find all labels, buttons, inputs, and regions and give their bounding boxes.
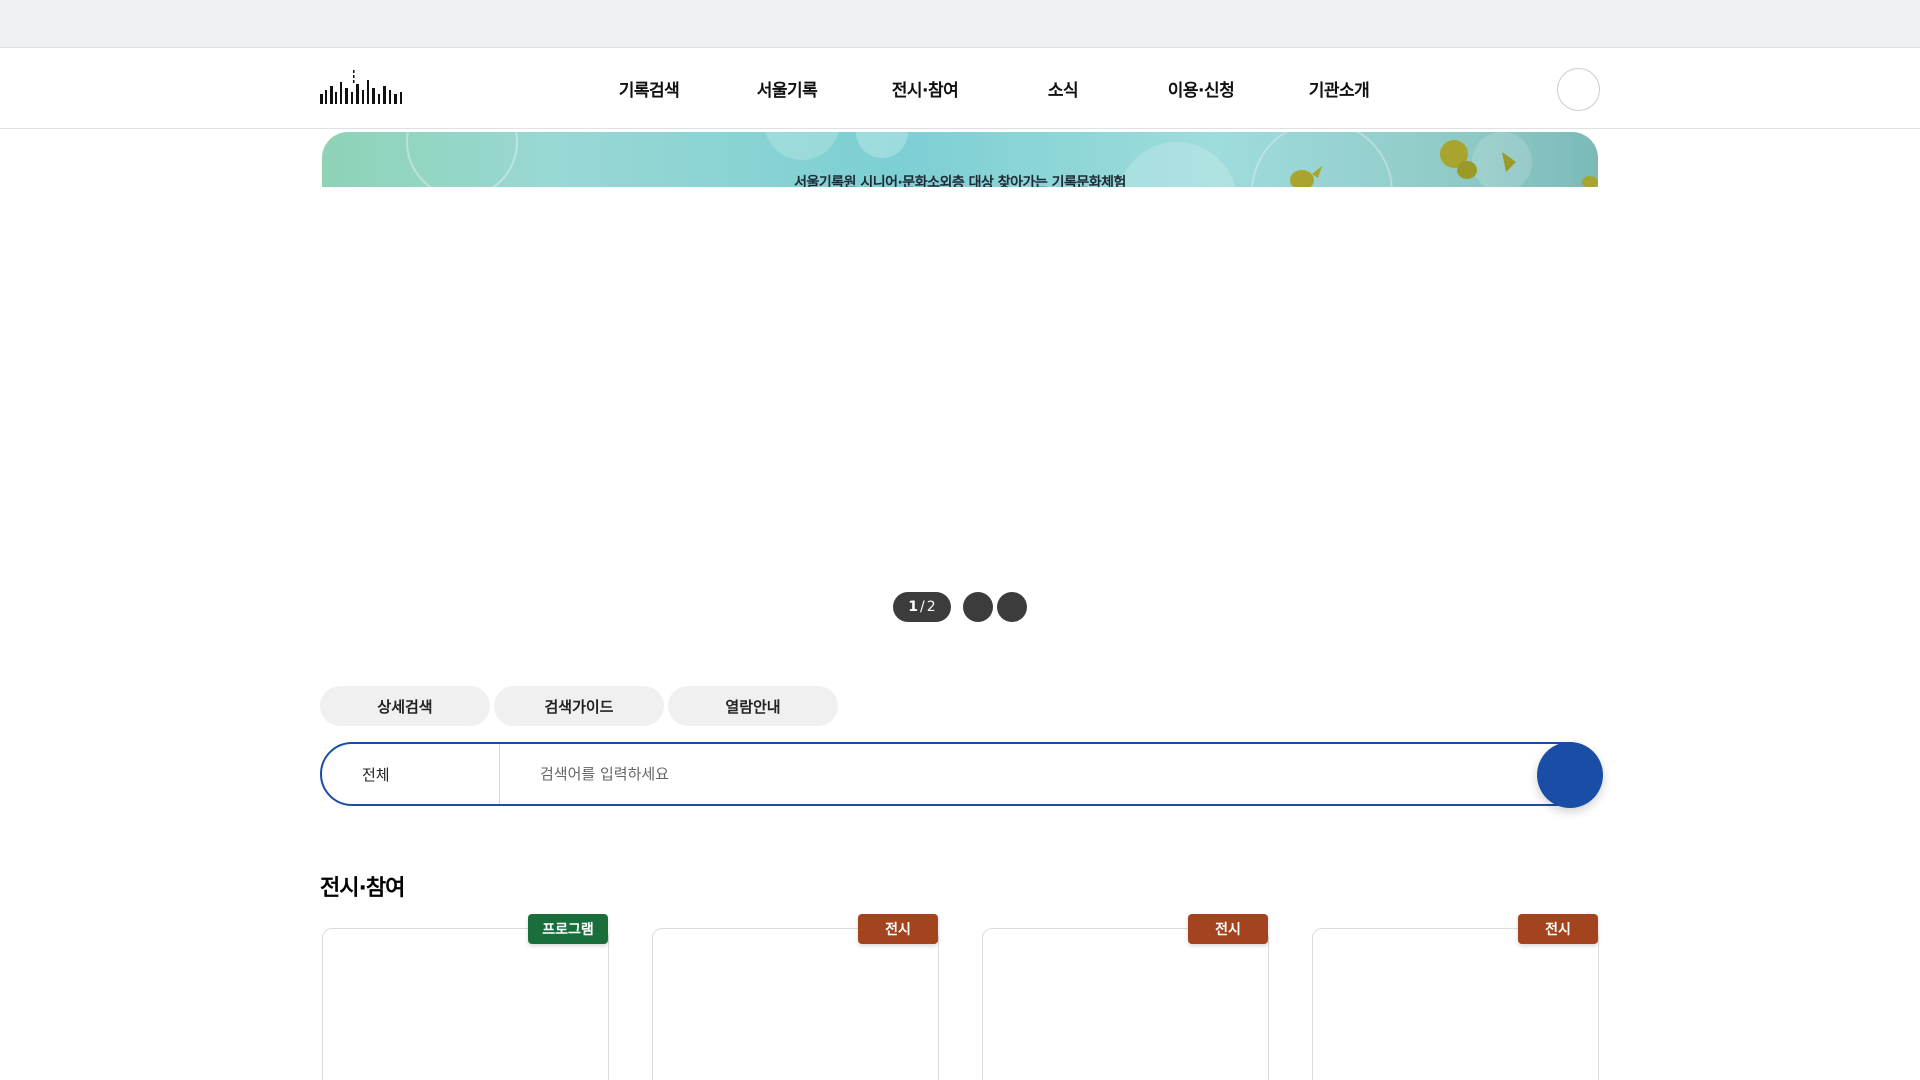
- hero-banner[interactable]: 서울기록원 시니어·문화소외층 대상 찾아가는 기록문화체험: [322, 132, 1598, 187]
- slider-controls: [963, 591, 1027, 622]
- nav-item-seoul-records[interactable]: 서울기록: [718, 76, 856, 101]
- search-tabs: 상세검색 검색가이드 열람안내: [320, 686, 838, 726]
- exhibition-card[interactable]: [982, 928, 1269, 1080]
- exhibition-card[interactable]: [322, 928, 609, 1080]
- card-badge: 전시: [1188, 914, 1268, 944]
- search-input[interactable]: [500, 744, 1500, 804]
- tab-advanced-search[interactable]: 상세검색: [320, 686, 490, 726]
- nav-item-usage[interactable]: 이용·신청: [1132, 76, 1270, 101]
- nav-item-record-search[interactable]: 기록검색: [580, 76, 718, 101]
- nav-item-exhibition[interactable]: 전시·참여: [856, 76, 994, 101]
- banner-text: 서울기록원 시니어·문화소외층 대상 찾아가는 기록문화체험: [794, 175, 1126, 187]
- slide-current: 1: [908, 598, 919, 615]
- site-logo[interactable]: [318, 68, 406, 110]
- section-title-exhibitions: 전시·참여: [320, 876, 405, 901]
- card-badge: 전시: [1518, 914, 1598, 944]
- site-header: 기록검색 서울기록 전시·참여 소식 이용·신청 기관소개: [0, 48, 1920, 129]
- menu-circle-button[interactable]: [1557, 68, 1600, 111]
- card-badge: 전시: [858, 914, 938, 944]
- slider-next-button[interactable]: [997, 591, 1027, 622]
- slide-counter: 1 / 2: [893, 591, 951, 622]
- search-box: 전체: [320, 742, 1603, 808]
- nav-item-about[interactable]: 기관소개: [1270, 76, 1408, 101]
- main-nav: 기록검색 서울기록 전시·참여 소식 이용·신청 기관소개: [580, 48, 1408, 129]
- tab-search-guide[interactable]: 검색가이드: [494, 686, 664, 726]
- exhibition-card[interactable]: [1312, 928, 1599, 1080]
- browser-top-bar: [0, 0, 1920, 48]
- slider-pager: 1 / 2: [893, 591, 1027, 622]
- tab-reading-guide[interactable]: 열람안내: [668, 686, 838, 726]
- search-category-select[interactable]: 전체: [322, 744, 500, 804]
- slider-prev-button[interactable]: [963, 591, 993, 622]
- search-button[interactable]: [1537, 742, 1603, 808]
- nav-item-news[interactable]: 소식: [994, 76, 1132, 101]
- card-badge: 프로그램: [528, 914, 608, 944]
- slide-total: 2: [926, 598, 936, 615]
- exhibition-card[interactable]: [652, 928, 939, 1080]
- slide-separator: /: [920, 598, 925, 615]
